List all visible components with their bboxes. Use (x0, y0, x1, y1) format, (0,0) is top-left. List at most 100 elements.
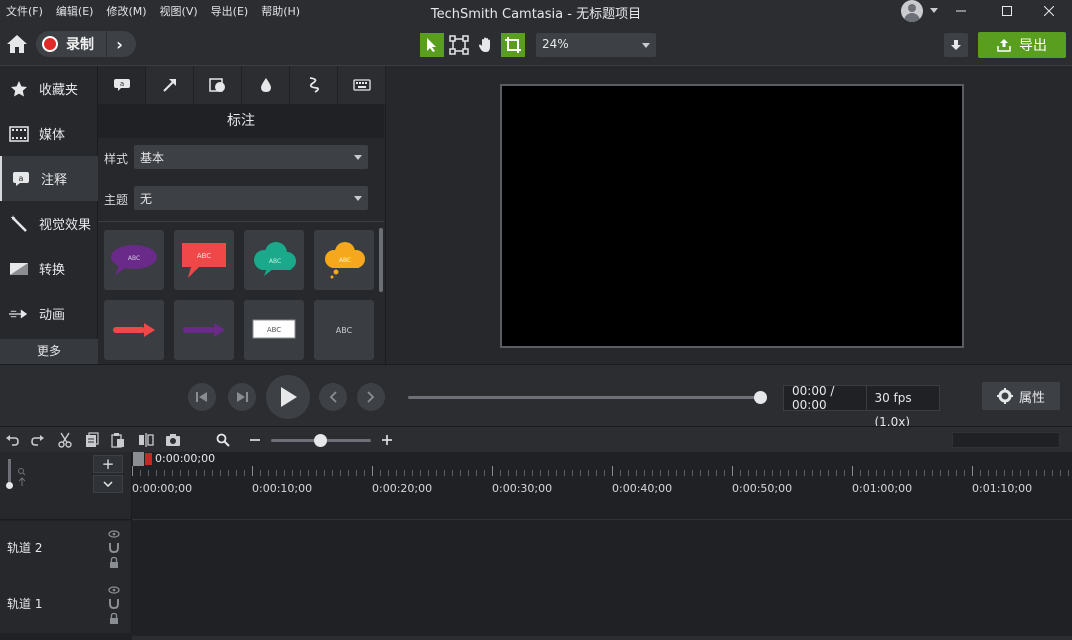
avatar-icon[interactable] (901, 0, 923, 22)
redo-button[interactable] (28, 430, 48, 450)
paste-button[interactable] (108, 430, 128, 450)
track-row-2: 轨道 2 (0, 521, 1072, 577)
timeline-zoom-search-button[interactable] (213, 430, 233, 450)
previous-marker-button[interactable] (319, 383, 347, 411)
crop-tool-button[interactable] (501, 33, 525, 57)
record-options-chevron-icon[interactable]: › (106, 31, 132, 57)
select-tool-button[interactable] (420, 33, 444, 57)
download-button[interactable] (944, 33, 968, 57)
timeline-toolbar (0, 426, 1072, 452)
tab-keystroke[interactable] (338, 66, 386, 104)
record-button[interactable]: 录制 › (36, 31, 136, 57)
undo-button[interactable] (2, 430, 22, 450)
transform-tool-button[interactable] (447, 33, 471, 57)
sidebar-item-favorites[interactable]: 收藏夹 (0, 66, 98, 111)
theme-value: 无 (140, 192, 153, 206)
callout-tile-purple-arrow[interactable] (174, 300, 234, 360)
callout-tile-text-only[interactable]: ABC (314, 300, 374, 360)
step-back-icon (196, 392, 207, 402)
track-header[interactable]: 轨道 1 (0, 577, 132, 633)
minimize-button[interactable] (938, 0, 984, 22)
next-marker-button[interactable] (357, 383, 385, 411)
zoom-out-button[interactable] (245, 430, 265, 450)
timeline-horizontal-scrollbar[interactable] (132, 636, 1072, 640)
callout-tile-teal-cloud[interactable]: ABC (244, 230, 304, 290)
account-chevron-down-icon[interactable] (930, 8, 938, 13)
step-forward-button[interactable] (228, 383, 256, 411)
callout-tile-white-box[interactable]: ABC (244, 300, 304, 360)
zoom-in-button[interactable] (377, 430, 397, 450)
track-options-button[interactable] (93, 475, 123, 493)
home-icon[interactable] (6, 33, 28, 55)
snapshot-button[interactable] (163, 430, 183, 450)
share-upload-icon (997, 39, 1011, 52)
scrub-handle[interactable] (754, 391, 767, 404)
theme-select[interactable]: 无 (134, 186, 368, 210)
style-select[interactable]: 基本 (134, 145, 368, 169)
playhead-end-marker[interactable] (145, 453, 152, 465)
lock-icon (110, 612, 118, 624)
close-button[interactable] (1026, 0, 1072, 22)
red-arrow-icon (113, 323, 155, 337)
preview-canvas[interactable] (500, 84, 964, 348)
time-display: 00:00 / 00:00 (792, 384, 835, 412)
step-back-button[interactable] (188, 383, 216, 411)
panel-scrollbar[interactable] (379, 228, 383, 292)
callout-tile-red-arrow[interactable] (104, 300, 164, 360)
tab-arrows-lines[interactable] (146, 66, 194, 104)
timeline-zoom-handle[interactable] (314, 434, 327, 447)
zoom-select[interactable]: 24% (536, 33, 656, 57)
add-track-button[interactable]: + (93, 455, 123, 473)
annotation-type-tabs: a (98, 66, 386, 104)
menu-edit[interactable]: 编辑(E) (56, 3, 94, 19)
tab-callouts[interactable]: a (98, 66, 146, 104)
tab-blur-highlight[interactable] (242, 66, 290, 104)
export-button[interactable]: 导出 (978, 32, 1066, 58)
menu-help[interactable]: 帮助(H) (261, 3, 300, 19)
copy-button[interactable] (82, 430, 102, 450)
track-name: 轨道 1 (7, 597, 43, 611)
maximize-button[interactable] (984, 0, 1030, 22)
tab-shapes[interactable] (194, 66, 242, 104)
track-height-slider-handle[interactable] (6, 482, 13, 489)
chevron-left-icon (329, 391, 337, 403)
fps-display[interactable]: 30 fps (1.0x) (866, 386, 939, 429)
split-button[interactable] (136, 430, 156, 450)
pan-tool-button[interactable] (474, 33, 498, 57)
eye-icon (108, 586, 120, 594)
sidebar-item-label: 注释 (41, 173, 68, 188)
callout-tile-orange-thought[interactable]: ABC (314, 230, 374, 290)
callout-tile-red-rect[interactable]: ABC (174, 230, 234, 290)
timeline-overview[interactable] (952, 432, 1060, 448)
menu-export[interactable]: 导出(E) (211, 3, 249, 19)
sidebar-item-animations[interactable]: 动画 (0, 291, 98, 336)
minus-icon (250, 439, 260, 441)
scrub-track[interactable] (408, 396, 762, 399)
track-name: 轨道 2 (7, 541, 43, 555)
track-lane[interactable] (132, 521, 1072, 577)
record-label: 录制 (66, 37, 94, 53)
callout-tile-purple-speech[interactable]: ABC (104, 230, 164, 290)
tab-sketch-motion[interactable] (290, 66, 338, 104)
properties-button[interactable]: 属性 (982, 382, 1060, 410)
playhead[interactable] (132, 452, 152, 466)
scissors-icon (58, 432, 72, 448)
menu-modify[interactable]: 修改(M) (106, 3, 146, 19)
sidebar-item-annotations[interactable]: a 注释 (0, 156, 98, 201)
style-value: 基本 (140, 151, 165, 165)
play-button[interactable] (266, 375, 310, 419)
chevron-right-icon (367, 391, 375, 403)
track-header[interactable]: 轨道 2 (0, 521, 132, 577)
animation-icon (9, 308, 28, 319)
cloud-callout-icon: ABC (254, 242, 296, 276)
menu-file[interactable]: 文件(F) (6, 3, 43, 19)
track-lane[interactable] (132, 577, 1072, 633)
sidebar-item-transitions[interactable]: 转换 (0, 246, 98, 291)
menu-view[interactable]: 视图(V) (160, 3, 198, 19)
cut-button[interactable] (55, 430, 75, 450)
sidebar-item-label: 转换 (39, 263, 66, 278)
more-button[interactable]: 更多 (0, 339, 98, 364)
sidebar-item-visual-effects[interactable]: 视觉效果 (0, 201, 98, 246)
sidebar-item-media[interactable]: 媒体 (0, 111, 98, 156)
time-ruler[interactable]: 0:00:00;00 0:00:00;00 0:00:10;00 0:00:20… (132, 452, 1072, 520)
